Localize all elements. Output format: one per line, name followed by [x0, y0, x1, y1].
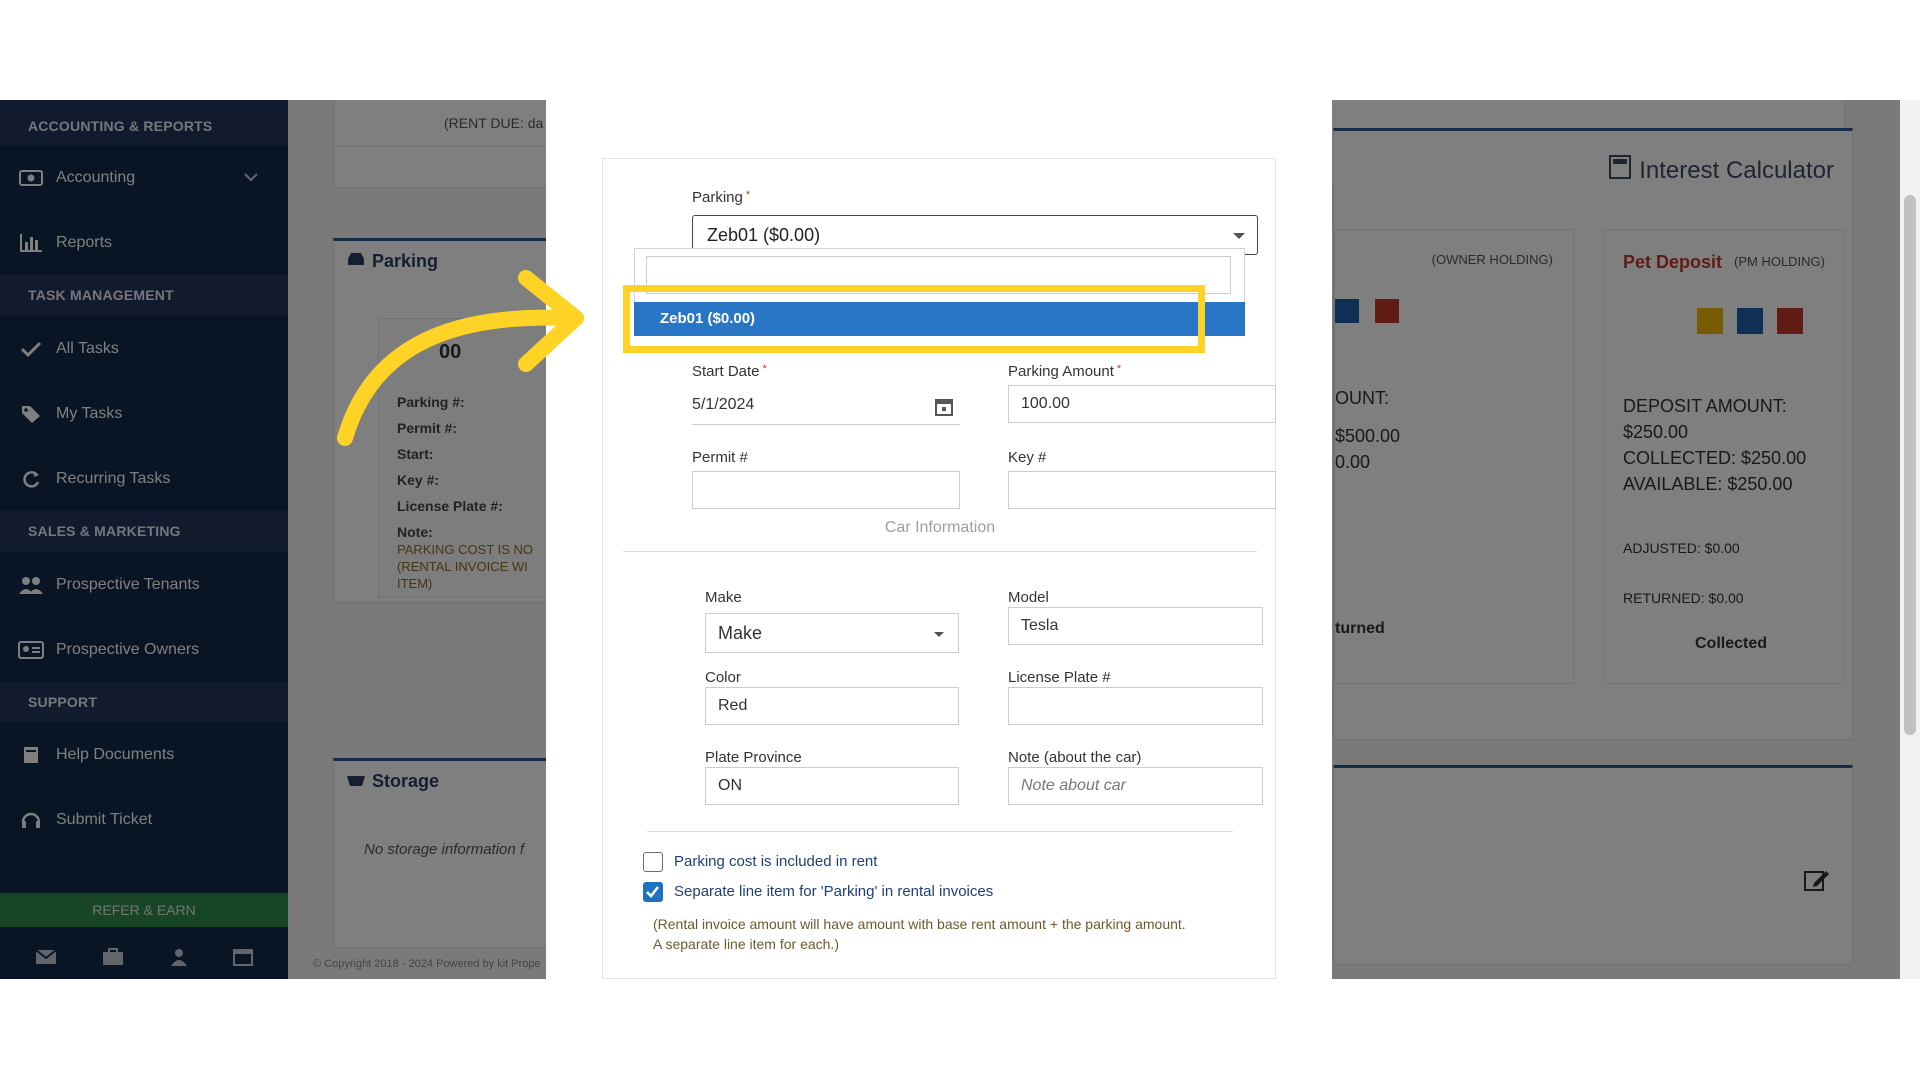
make-select[interactable]: Make [705, 613, 959, 653]
start-date-value: 5/1/2024 [692, 396, 755, 413]
parking-included-checkbox[interactable] [643, 852, 663, 872]
license-plate-input[interactable] [1008, 687, 1263, 725]
plate-province-label: Plate Province [705, 749, 802, 766]
calendar-icon[interactable] [934, 393, 954, 433]
invoice-note-line: A separate line item for each.) [653, 936, 839, 952]
model-label: Model [1008, 589, 1049, 606]
parking-amount-input[interactable] [1008, 385, 1276, 423]
start-date-label-text: Start Date [692, 363, 760, 380]
required-marker: * [1116, 363, 1122, 375]
parking-modal: Parking * Zeb01 ($0.00) Start Date * 5/1/2… [546, 100, 1332, 979]
permit-input[interactable] [692, 471, 960, 509]
scrollbar-thumb[interactable] [1904, 195, 1916, 735]
permit-label: Permit # [692, 449, 748, 466]
parking-amount-label-text: Parking Amount [1008, 363, 1114, 380]
license-plate-label: License Plate # [1008, 669, 1111, 686]
separate-line-item-checkbox[interactable] [643, 882, 663, 902]
parking-select-value: Zeb01 ($0.00) [707, 225, 821, 245]
required-marker: * [745, 189, 751, 201]
annotation-arrow-icon [337, 270, 584, 446]
car-information-title: Car Information [884, 519, 996, 536]
parking-amount-label: Parking Amount * [1008, 363, 1121, 380]
start-date-input[interactable]: 5/1/2024 [692, 385, 960, 425]
start-date-label: Start Date * [692, 363, 767, 380]
caret-down-icon [934, 632, 944, 637]
key-label: Key # [1008, 449, 1047, 466]
app: ACCOUNTING & REPORTS Accounting Reports … [0, 100, 1920, 979]
invoice-note: (Rental invoice amount will have amount … [653, 914, 1263, 954]
scrollbar[interactable] [1900, 100, 1920, 979]
make-label: Make [705, 589, 742, 606]
section-divider [623, 551, 1257, 552]
car-note-label: Note (about the car) [1008, 749, 1142, 766]
key-input[interactable] [1008, 471, 1276, 509]
required-marker: * [762, 363, 767, 375]
form-divider [647, 831, 1233, 832]
check-icon [646, 886, 659, 898]
parking-label-text: Parking [692, 189, 743, 206]
make-select-value: Make [718, 623, 763, 643]
color-input[interactable] [705, 687, 959, 725]
parking-included-label[interactable]: Parking cost is included in rent [674, 853, 877, 870]
separate-line-item-label[interactable]: Separate line item for 'Parking' in rent… [674, 883, 993, 900]
invoice-note-line: (Rental invoice amount will have amount … [653, 916, 1186, 932]
caret-down-icon [1233, 233, 1245, 239]
highlight-box [623, 285, 1205, 353]
color-label: Color [705, 669, 741, 686]
car-note-input[interactable] [1008, 767, 1263, 805]
model-input[interactable] [1008, 607, 1263, 645]
parking-label: Parking * [692, 189, 750, 206]
plate-province-input[interactable] [705, 767, 959, 805]
